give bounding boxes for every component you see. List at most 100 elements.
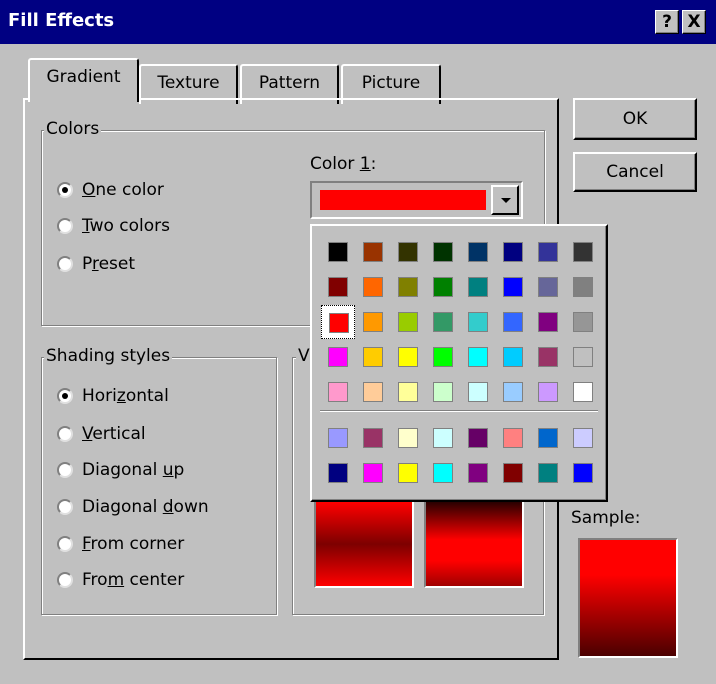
from-corner-radio[interactable]: From corner — [57, 532, 184, 556]
color-chip — [433, 347, 453, 367]
one-color-radio[interactable]: One color — [57, 178, 164, 202]
palette-color-0-6[interactable] — [531, 235, 565, 269]
color-chip — [363, 382, 383, 402]
from-center-radio[interactable]: From center — [57, 568, 184, 592]
color-chip — [398, 382, 418, 402]
palette-color-2-2[interactable] — [391, 305, 425, 339]
color-chip — [503, 242, 523, 262]
palette-color-4-4[interactable] — [461, 375, 495, 409]
palette-color-0-4[interactable] — [461, 235, 495, 269]
radio-indicator — [57, 462, 73, 478]
palette-chart-color-1-7[interactable] — [566, 456, 600, 490]
horizontal-radio[interactable]: Horizontal — [57, 384, 169, 408]
palette-color-1-0[interactable] — [321, 270, 355, 304]
palette-chart-color-1-0[interactable] — [321, 456, 355, 490]
color-chip — [468, 312, 488, 332]
palette-color-3-5[interactable] — [496, 340, 530, 374]
diagonal-up-radio[interactable]: Diagonal up — [57, 458, 184, 482]
palette-color-1-7[interactable] — [566, 270, 600, 304]
color-chip — [363, 312, 383, 332]
vertical-radio[interactable]: Vertical — [57, 422, 146, 446]
palette-color-2-5[interactable] — [496, 305, 530, 339]
palette-color-1-6[interactable] — [531, 270, 565, 304]
title-bar: Fill Effects ? X — [0, 0, 716, 44]
radio-indicator — [57, 536, 73, 552]
color-chip — [468, 428, 488, 448]
color-chip — [468, 463, 488, 483]
palette-color-2-4[interactable] — [461, 305, 495, 339]
ok-button[interactable]: OK — [573, 98, 697, 140]
palette-color-2-0[interactable] — [321, 305, 355, 339]
shading-styles-legend: Shading styles — [44, 346, 173, 366]
palette-color-2-3[interactable] — [426, 305, 460, 339]
palette-chart-color-0-5[interactable] — [496, 421, 530, 455]
chevron-down-icon[interactable] — [491, 185, 519, 215]
palette-chart-color-0-4[interactable] — [461, 421, 495, 455]
variant-1[interactable] — [314, 500, 414, 588]
palette-separator — [320, 410, 598, 412]
palette-chart-color-0-3[interactable] — [426, 421, 460, 455]
palette-chart-color-1-2[interactable] — [391, 456, 425, 490]
palette-color-0-0[interactable] — [321, 235, 355, 269]
palette-chart-color-1-4[interactable] — [461, 456, 495, 490]
palette-color-1-3[interactable] — [426, 270, 460, 304]
palette-color-1-1[interactable] — [356, 270, 390, 304]
palette-color-3-2[interactable] — [391, 340, 425, 374]
tab-gradient[interactable]: Gradient — [28, 58, 139, 102]
palette-color-1-4[interactable] — [461, 270, 495, 304]
variant-2[interactable] — [424, 500, 524, 588]
palette-color-2-6[interactable] — [531, 305, 565, 339]
from-corner-label: From corner — [82, 534, 185, 554]
palette-color-3-6[interactable] — [531, 340, 565, 374]
color-chip — [398, 242, 418, 262]
color-chip — [573, 347, 593, 367]
palette-color-2-1[interactable] — [356, 305, 390, 339]
palette-color-1-2[interactable] — [391, 270, 425, 304]
palette-chart-color-0-0[interactable] — [321, 421, 355, 455]
preset-radio[interactable]: Preset — [57, 252, 135, 276]
palette-chart-color-0-7[interactable] — [566, 421, 600, 455]
palette-color-1-5[interactable] — [496, 270, 530, 304]
color-chip — [328, 382, 348, 402]
palette-color-4-0[interactable] — [321, 375, 355, 409]
palette-color-0-2[interactable] — [391, 235, 425, 269]
palette-chart-color-1-3[interactable] — [426, 456, 460, 490]
palette-color-4-6[interactable] — [531, 375, 565, 409]
color-chip — [538, 277, 558, 297]
radio-indicator — [57, 218, 73, 234]
palette-chart-color-0-6[interactable] — [531, 421, 565, 455]
palette-chart-color-1-5[interactable] — [496, 456, 530, 490]
palette-color-4-2[interactable] — [391, 375, 425, 409]
cancel-button[interactable]: Cancel — [573, 152, 697, 192]
palette-color-4-5[interactable] — [496, 375, 530, 409]
diagonal-up-label: Diagonal up — [82, 460, 185, 480]
color-chip — [503, 277, 523, 297]
diagonal-down-radio[interactable]: Diagonal down — [57, 495, 209, 519]
palette-chart-color-1-6[interactable] — [531, 456, 565, 490]
palette-chart-color-0-1[interactable] — [356, 421, 390, 455]
radio-indicator — [57, 388, 73, 404]
color-chip — [433, 242, 453, 262]
help-button[interactable]: ? — [655, 10, 679, 34]
palette-color-3-3[interactable] — [426, 340, 460, 374]
palette-color-0-1[interactable] — [356, 235, 390, 269]
palette-color-0-3[interactable] — [426, 235, 460, 269]
tab-texture-label: Texture — [157, 73, 220, 93]
palette-color-4-1[interactable] — [356, 375, 390, 409]
two-colors-radio[interactable]: Two colors — [57, 214, 170, 238]
color-chip — [363, 428, 383, 448]
color-chip — [433, 428, 453, 448]
palette-color-3-0[interactable] — [321, 340, 355, 374]
palette-color-4-7[interactable] — [566, 375, 600, 409]
palette-color-3-7[interactable] — [566, 340, 600, 374]
palette-chart-color-1-1[interactable] — [356, 456, 390, 490]
color1-dropdown[interactable] — [310, 181, 523, 219]
palette-color-0-7[interactable] — [566, 235, 600, 269]
palette-chart-color-0-2[interactable] — [391, 421, 425, 455]
palette-color-2-7[interactable] — [566, 305, 600, 339]
close-button[interactable]: X — [682, 10, 706, 34]
palette-color-3-1[interactable] — [356, 340, 390, 374]
palette-color-3-4[interactable] — [461, 340, 495, 374]
palette-color-0-5[interactable] — [496, 235, 530, 269]
palette-color-4-3[interactable] — [426, 375, 460, 409]
